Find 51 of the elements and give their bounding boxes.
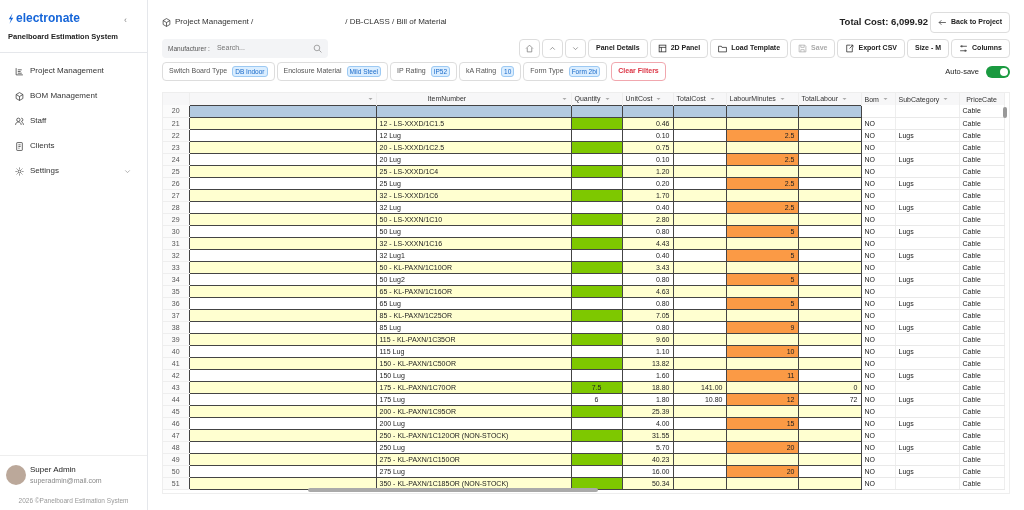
chevron-down-icon — [571, 44, 581, 53]
sort-caret-icon — [562, 96, 568, 101]
nav-item[interactable]: Project Management — [10, 63, 137, 80]
table-cell — [861, 105, 895, 117]
total-cost: Total Cost: 6,099.92 — [839, 14, 929, 29]
list-icon — [15, 66, 24, 76]
layout-icon — [657, 44, 667, 53]
chevron-up-icon — [548, 44, 558, 53]
search-icon — [313, 44, 322, 53]
user-name: Super Admin — [30, 463, 77, 476]
chevron-down-button[interactable] — [565, 39, 587, 58]
sort-caret-icon — [656, 96, 662, 101]
home-icon — [525, 44, 535, 53]
sort-caret-icon — [882, 97, 888, 101]
user-avatar — [6, 465, 26, 485]
sort-caret-icon — [779, 96, 785, 101]
home-button[interactable] — [519, 39, 541, 58]
brand-name: electronate — [16, 10, 81, 27]
save-icon — [798, 44, 808, 53]
column-header[interactable] — [189, 93, 376, 105]
breadcrumb-text: / DB-CLASS / Bill of Material — [345, 16, 447, 28]
breadcrumb-text: Project Management / — [175, 16, 254, 28]
quantity-cell — [571, 105, 622, 117]
sort-caret-icon — [943, 97, 949, 101]
folder-icon — [718, 44, 728, 53]
nav-item[interactable]: BOM Management — [10, 88, 137, 105]
sliders-icon — [959, 44, 969, 53]
labour-minutes-cell — [726, 105, 798, 117]
settings-icon — [15, 166, 24, 176]
sort-caret-icon — [367, 96, 373, 101]
users-icon — [15, 116, 24, 126]
sort-caret-icon — [842, 96, 848, 101]
export-icon — [845, 44, 855, 53]
scrollbar-thumb[interactable] — [308, 488, 598, 492]
arrow-left-icon — [938, 17, 948, 27]
autosave-toggle[interactable] — [986, 65, 1010, 78]
sort-caret-icon — [604, 96, 610, 101]
sort-caret-icon — [709, 96, 715, 101]
nav-item[interactable]: Clients — [10, 138, 137, 155]
cube-icon — [162, 17, 171, 27]
lightning-bolt-icon — [8, 12, 14, 24]
cube-icon — [15, 91, 24, 101]
table-cell — [622, 105, 673, 117]
collapse-sidebar-button[interactable]: ‹ — [124, 14, 127, 28]
nav-item[interactable]: Settings — [10, 163, 137, 180]
table-cell — [798, 105, 861, 117]
nav-item[interactable]: Staff — [10, 113, 137, 130]
document-icon — [15, 141, 24, 151]
scrollbar-thumb[interactable] — [1003, 107, 1007, 118]
chevron-up-button[interactable] — [542, 39, 564, 58]
table-cell — [673, 105, 726, 117]
